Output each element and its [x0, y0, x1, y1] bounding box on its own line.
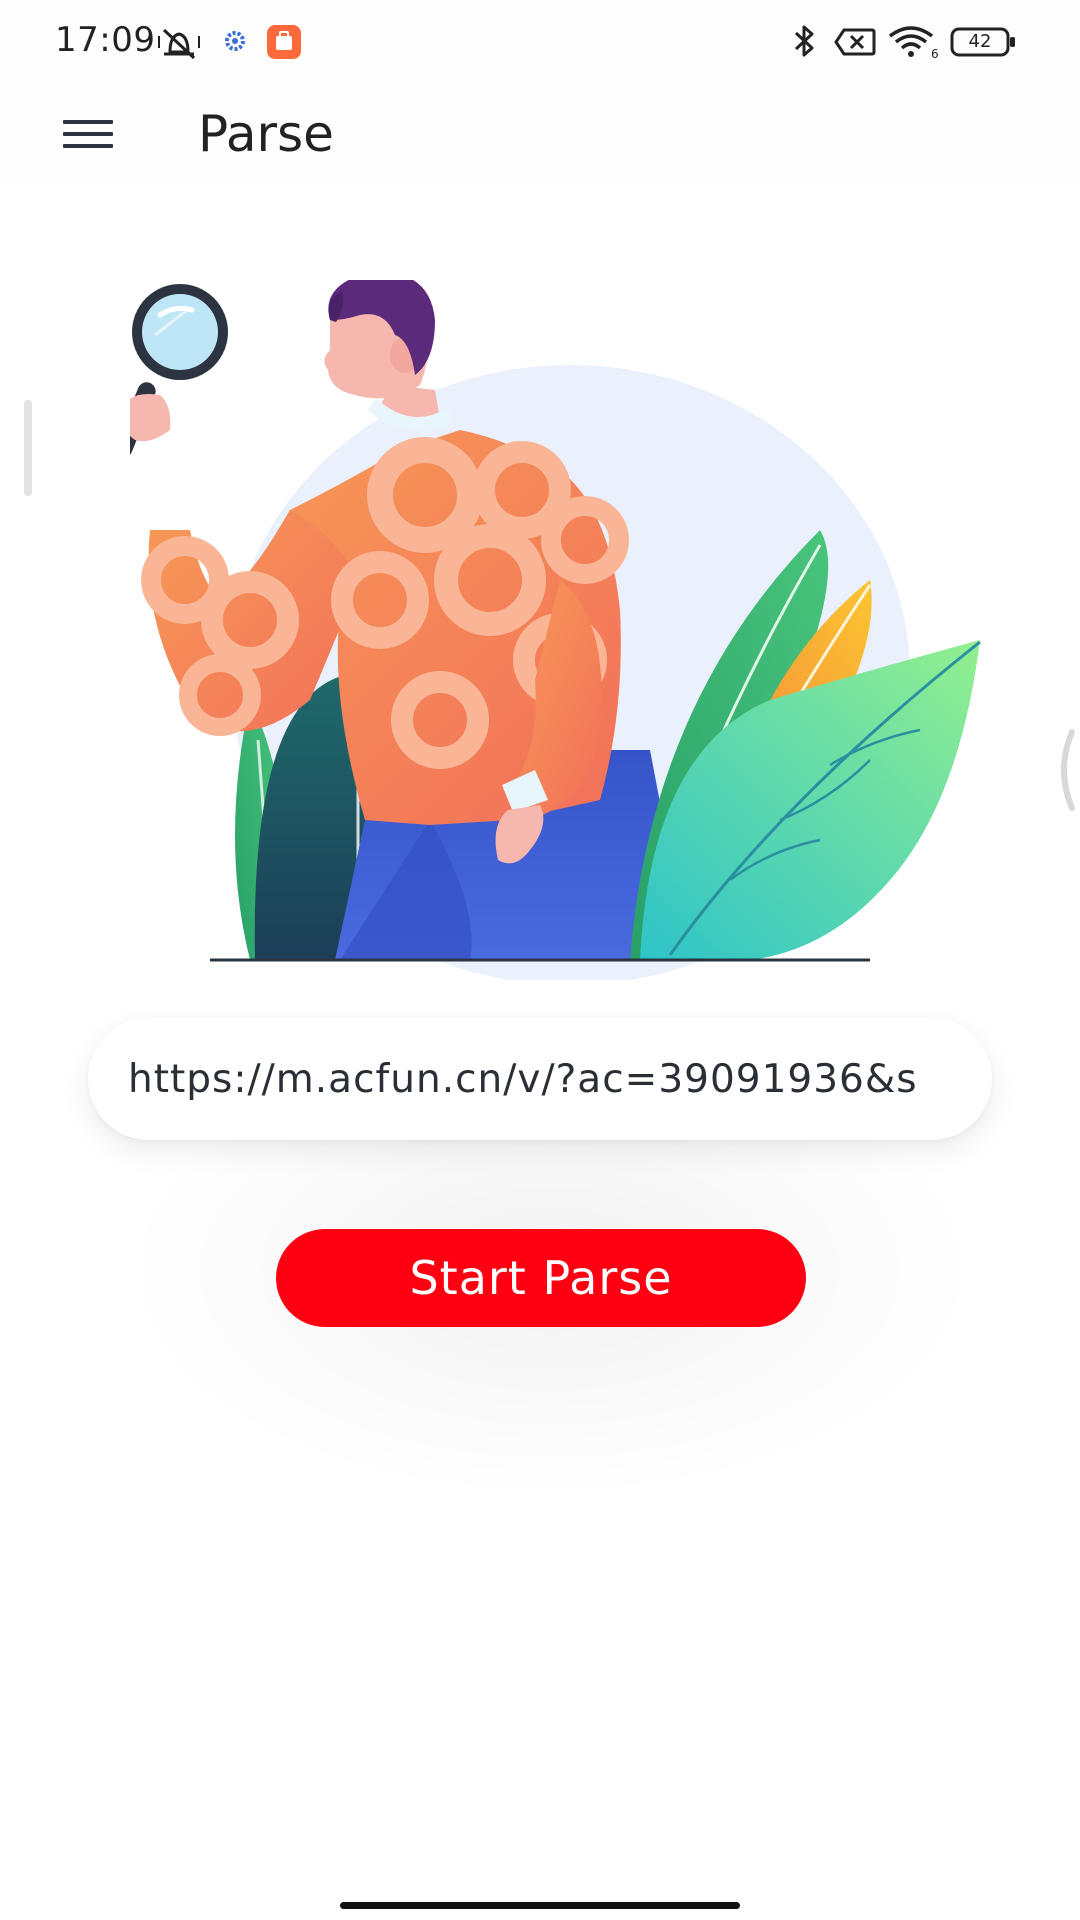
vibrate-mute-icon — [158, 28, 200, 60]
wifi-icon: 6 — [888, 26, 939, 60]
url-input-value: https://m.acfun.cn/v/?ac=39091936&s — [128, 1056, 918, 1102]
person-with-magnifier-illustration — [130, 280, 981, 980]
screen: 17:09 6 42 Parse https://m.acfun.cn/v/?a… — [0, 0, 1080, 1920]
status-bar: 17:09 6 42 — [0, 0, 1080, 84]
page-title: Parse — [198, 105, 334, 163]
battery-level: 42 — [968, 31, 992, 52]
battery-icon: 42 — [950, 27, 1020, 57]
start-parse-button[interactable]: Start Parse — [276, 1229, 806, 1327]
url-input[interactable]: https://m.acfun.cn/v/?ac=39091936&s — [88, 1018, 992, 1140]
scroll-edge-indicator — [24, 400, 32, 496]
no-sim-icon — [834, 28, 876, 56]
app-bar: Parse — [0, 84, 1080, 184]
svg-text:6: 6 — [931, 47, 939, 60]
menu-button[interactable] — [52, 104, 124, 164]
settings-gear-icon — [225, 31, 245, 51]
app-notification-icon — [267, 25, 301, 59]
home-indicator[interactable] — [340, 1902, 740, 1909]
status-time: 17:09 — [55, 20, 156, 60]
hamburger-menu-icon — [63, 120, 113, 148]
bluetooth-icon — [794, 25, 814, 57]
side-handle-icon[interactable] — [1052, 728, 1076, 812]
